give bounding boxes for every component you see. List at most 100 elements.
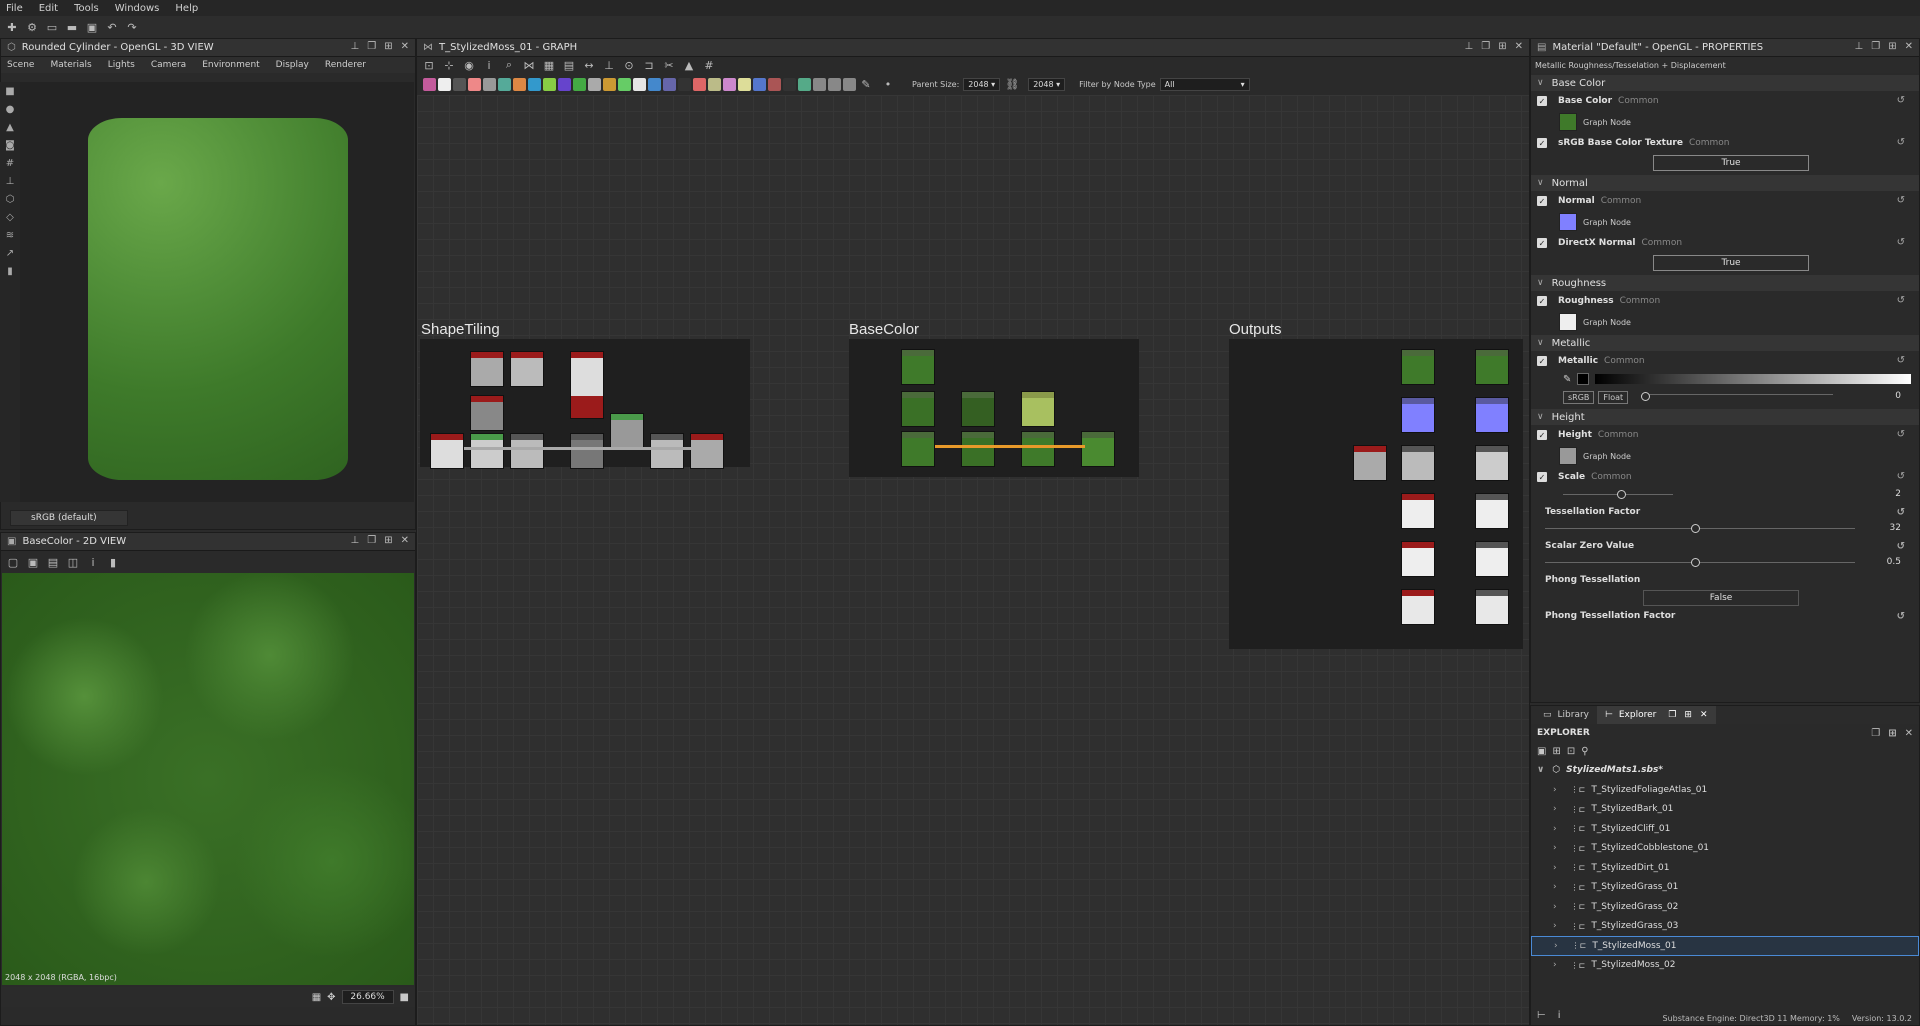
output-size-dropdown[interactable]: 2048 ▾ <box>1028 77 1066 91</box>
reset-icon[interactable]: ↺ <box>1897 429 1905 440</box>
layers-icon[interactable]: ≋ <box>3 230 17 244</box>
light-icon[interactable]: ● <box>3 104 17 118</box>
frame-all-icon[interactable]: ⊡ <box>421 57 437 73</box>
directx-toggle-button[interactable]: True <box>1653 255 1809 271</box>
graph-node-link[interactable]: Graph Node <box>1531 211 1919 233</box>
section-height[interactable]: ∨ Height <box>1531 409 1919 425</box>
reset-icon[interactable]: ↺ <box>1897 507 1905 518</box>
environment-icon[interactable]: ▲ <box>3 122 17 136</box>
parent-size-dropdown[interactable]: 2048 ▾ <box>963 77 1001 91</box>
open-folder-icon[interactable]: ▬ <box>64 19 80 35</box>
wave-icon[interactable] <box>783 77 796 91</box>
uniform-color-icon[interactable] <box>438 77 451 91</box>
undo-icon[interactable]: ↶ <box>104 19 120 35</box>
maximize-icon[interactable]: ⊞ <box>1888 728 1896 739</box>
chevron-right-icon[interactable]: › <box>1554 941 1558 951</box>
graph-node[interactable] <box>1401 349 1435 385</box>
srgb-toggle-button[interactable]: True <box>1653 155 1809 171</box>
graph-node[interactable] <box>570 351 604 419</box>
graph-node[interactable] <box>470 351 504 387</box>
menu-materials[interactable]: Materials <box>50 60 91 70</box>
graph-node[interactable] <box>1401 589 1435 625</box>
close-icon[interactable]: ✕ <box>1515 41 1523 52</box>
explorer-graph-item[interactable]: › ⋮⊏ T_StylizedFoliageAtlas_01 <box>1531 780 1919 800</box>
link-size-icon[interactable]: ⛓ <box>1004 76 1020 92</box>
crop-icon[interactable]: ⊐ <box>641 57 657 73</box>
float-icon[interactable]: ❐ <box>1871 41 1880 52</box>
chevron-right-icon[interactable]: › <box>1553 785 1557 795</box>
graph-node[interactable] <box>470 433 504 469</box>
scalar-zero-slider[interactable]: 0.5 <box>1531 555 1919 571</box>
close-icon[interactable]: ✕ <box>401 535 409 546</box>
redo-icon[interactable]: ↷ <box>124 19 140 35</box>
grayscale-icon[interactable] <box>633 77 646 91</box>
eyedropper-icon[interactable]: ✎ <box>1563 374 1571 385</box>
cube-view-icon[interactable]: ◇ <box>3 212 17 226</box>
svg-icon[interactable] <box>753 77 766 91</box>
graph-node[interactable] <box>1021 431 1055 467</box>
float-icon[interactable]: ❐ <box>1481 41 1490 52</box>
new-icon[interactable]: ✚ <box>4 19 20 35</box>
menu-scene[interactable]: Scene <box>7 60 34 70</box>
graph-node[interactable] <box>1475 397 1509 433</box>
pattern-icon[interactable] <box>528 77 541 91</box>
chevron-right-icon[interactable]: › <box>1553 882 1557 892</box>
chevron-right-icon[interactable]: › <box>1553 843 1557 853</box>
checkbox[interactable]: ✓ <box>1537 430 1547 440</box>
display-icon[interactable]: ◙ <box>3 140 17 154</box>
chevron-right-icon[interactable]: › <box>1553 960 1557 970</box>
section-metallic[interactable]: ∨ Metallic <box>1531 335 1919 351</box>
maximize-icon[interactable]: ⊞ <box>1888 41 1896 52</box>
menu-renderer[interactable]: Renderer <box>325 60 366 70</box>
text-icon[interactable] <box>723 77 736 91</box>
chevron-right-icon[interactable]: › <box>1553 824 1557 834</box>
float-icon[interactable]: ❐ <box>1668 710 1676 720</box>
info-icon[interactable]: i <box>85 554 101 570</box>
metallic-gradient[interactable] <box>1595 374 1911 384</box>
frame-icon[interactable] <box>798 77 811 91</box>
metallic-swatch[interactable] <box>1577 373 1590 385</box>
graph-node[interactable] <box>510 433 544 469</box>
graph-node[interactable] <box>1401 493 1435 529</box>
menu-lights[interactable]: Lights <box>108 60 135 70</box>
shape-icon[interactable] <box>768 77 781 91</box>
atomic-node-icon[interactable] <box>423 77 436 91</box>
screenshot-icon[interactable]: ◉ <box>461 57 477 73</box>
section-roughness[interactable]: ∨ Roughness <box>1531 275 1919 291</box>
graph-node[interactable] <box>430 433 464 469</box>
dot-tool-icon[interactable]: • <box>880 76 896 92</box>
export-icon[interactable]: ▤ <box>45 554 61 570</box>
pixel-processor-icon[interactable] <box>678 77 691 91</box>
axis-icon[interactable]: ⊥ <box>3 176 17 190</box>
graph-node[interactable] <box>1021 391 1055 427</box>
chevron-right-icon[interactable]: › <box>1553 921 1557 931</box>
menu-display[interactable]: Display <box>276 60 309 70</box>
graph-node[interactable] <box>1475 589 1509 625</box>
output-icon[interactable] <box>588 77 601 91</box>
scale-slider-knob[interactable] <box>1617 490 1626 499</box>
stats-icon[interactable]: ▮ <box>3 266 17 280</box>
3d-viewport[interactable] <box>20 82 414 502</box>
channels-icon[interactable]: ◫ <box>65 554 81 570</box>
checkbox[interactable]: ✓ <box>1537 472 1547 482</box>
comment-tool-icon[interactable]: ✎ <box>858 76 874 92</box>
snap-icon[interactable]: # <box>701 57 717 73</box>
align-icon[interactable]: ⊹ <box>441 57 457 73</box>
color-icon[interactable] <box>603 77 616 91</box>
tessellation-slider[interactable]: 32 <box>1531 521 1919 537</box>
comment-icon[interactable] <box>813 77 826 91</box>
scale-slider[interactable]: 2 <box>1531 487 1919 503</box>
noise-icon[interactable] <box>513 77 526 91</box>
menu-windows[interactable]: Windows <box>115 3 160 14</box>
frame-outputs[interactable] <box>1229 339 1523 649</box>
explorer-graph-item[interactable]: › ⋮⊏ T_StylizedDirt_01 <box>1531 858 1919 878</box>
graph-node[interactable] <box>1401 445 1435 481</box>
levels-icon[interactable] <box>618 77 631 91</box>
checkbox[interactable]: ✓ <box>1537 138 1547 148</box>
checkbox[interactable]: ✓ <box>1537 238 1547 248</box>
graph-node[interactable] <box>1475 493 1509 529</box>
close-icon[interactable]: ✕ <box>401 41 409 52</box>
pan-icon[interactable]: ✥ <box>327 992 335 1003</box>
navigation-icon[interactable] <box>843 77 856 91</box>
srgb-button[interactable]: sRGB <box>1563 390 1595 404</box>
